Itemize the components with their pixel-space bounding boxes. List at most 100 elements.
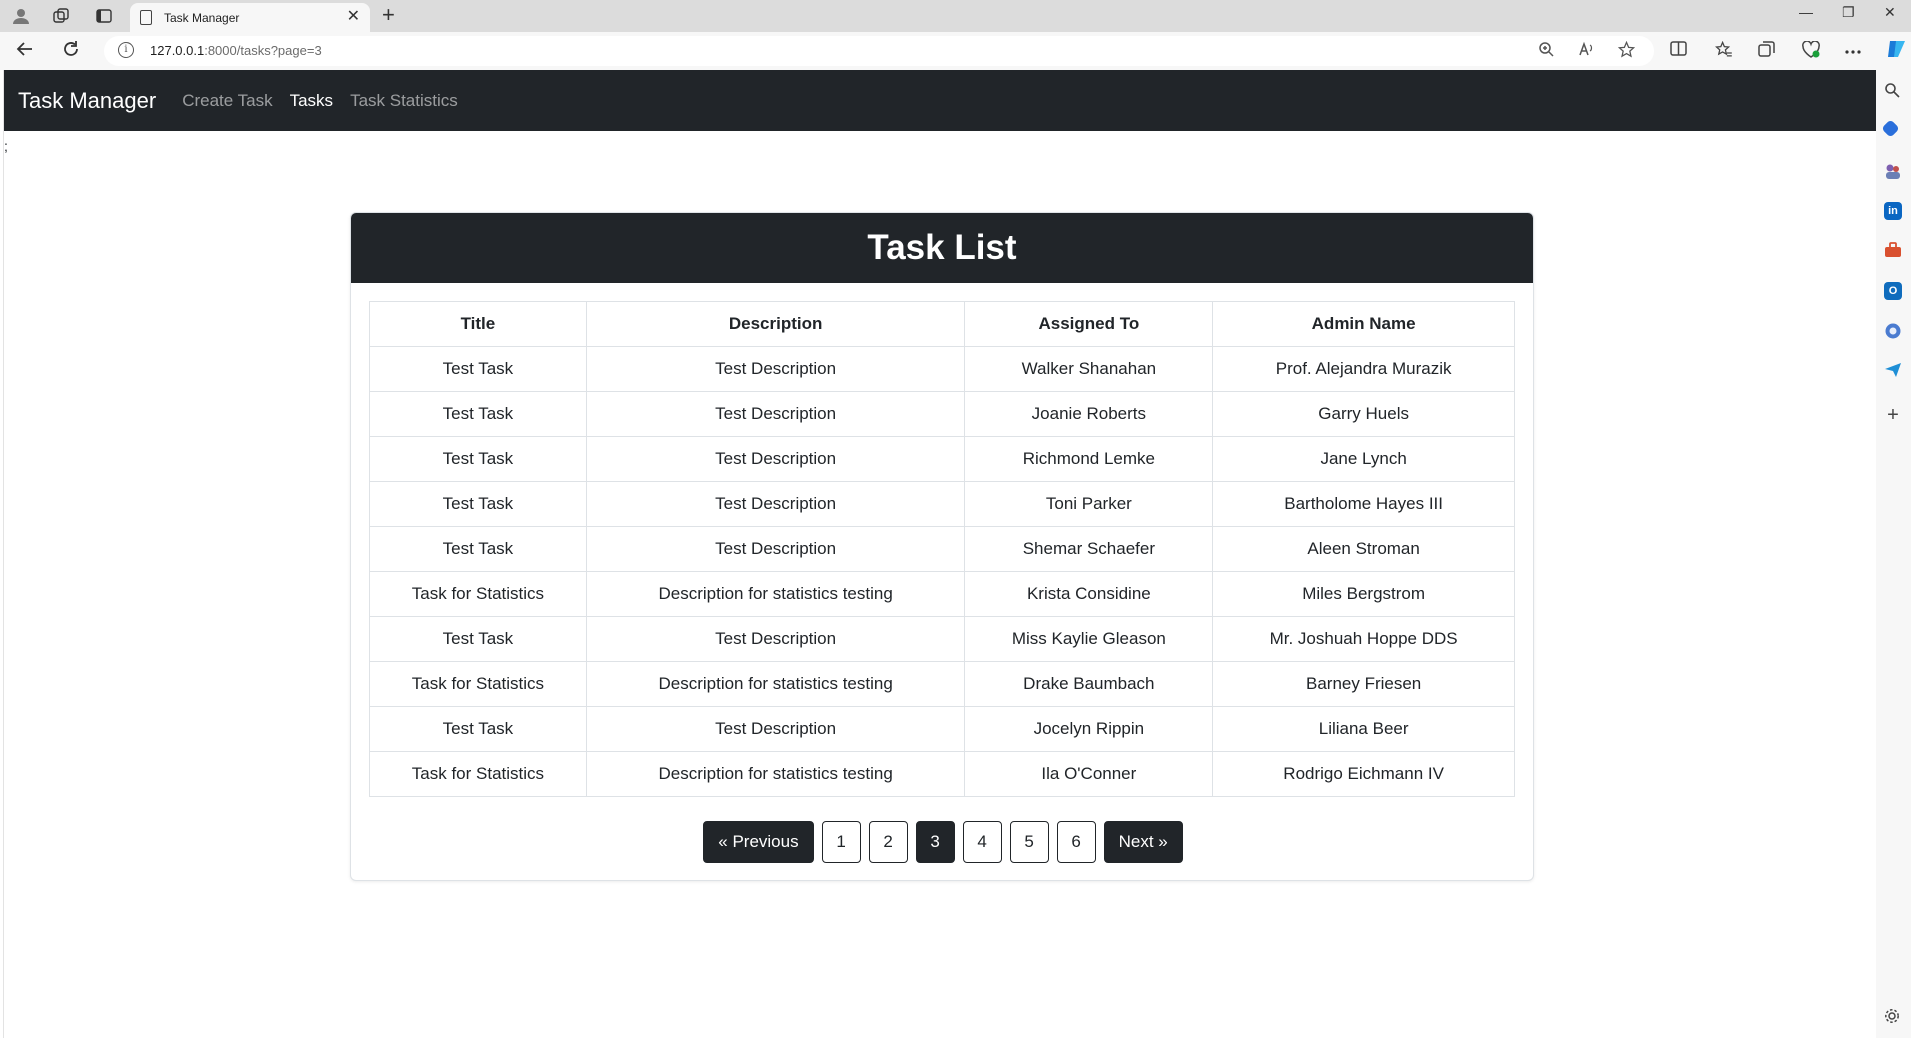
cell-admin-name: Liliana Beer <box>1212 706 1515 752</box>
column-header-admin-name: Admin Name <box>1212 301 1515 347</box>
table-row: Test Task Test Description Joanie Roberts G… <box>369 391 1515 437</box>
settings-more-icon[interactable] <box>1845 41 1861 58</box>
url-field[interactable]: i 127.0.0.1:8000/tasks?page=3 <box>104 36 1654 66</box>
cell-assigned-to: Toni Parker <box>964 481 1214 527</box>
cell-admin-name: Garry Huels <box>1212 391 1515 437</box>
table-row: Task for Statistics Description for stati… <box>369 751 1515 797</box>
browser-sidebar: in O + <box>1876 70 1911 1038</box>
send-icon[interactable] <box>1884 362 1902 380</box>
table-row: Test Task Test Description Shemar Schaefer… <box>369 526 1515 572</box>
nav-link-tasks[interactable]: Tasks <box>290 91 333 111</box>
table-row: Task for Statistics Description for stati… <box>369 571 1515 617</box>
cell-admin-name: Jane Lynch <box>1212 436 1515 482</box>
cell-title: Test Task <box>369 616 587 662</box>
cell-assigned-to: Richmond Lemke <box>964 436 1214 482</box>
tools-icon[interactable] <box>1884 242 1902 260</box>
cell-admin-name: Bartholome Hayes III <box>1212 481 1515 527</box>
browser-essentials-icon[interactable] <box>1802 40 1820 62</box>
cell-assigned-to: Miss Kaylie Gleason <box>964 616 1214 662</box>
table-row: Test Task Test Description Miss Kaylie Gle… <box>369 616 1515 662</box>
cell-description: Test Description <box>585 481 966 527</box>
cell-description: Description for statistics testing <box>585 751 966 797</box>
linkedin-icon[interactable]: in <box>1884 202 1902 220</box>
url-text: 127.0.0.1:8000/tasks?page=3 <box>150 43 322 58</box>
cell-description: Description for statistics testing <box>585 661 966 707</box>
new-tab-icon[interactable]: + <box>382 4 395 26</box>
nav-link-task-statistics[interactable]: Task Statistics <box>350 91 458 111</box>
stray-text: ; <box>4 138 8 154</box>
page-4-button[interactable]: 4 <box>962 821 1002 863</box>
cell-assigned-to: Ila O'Conner <box>964 751 1214 797</box>
cell-description: Test Description <box>585 616 966 662</box>
table-row: Test Task Test Description Walker Shanahan… <box>369 346 1515 392</box>
cell-assigned-to: Shemar Schaefer <box>964 526 1214 572</box>
favorite-star-icon[interactable] <box>1617 40 1636 62</box>
address-toolbar: i 127.0.0.1:8000/tasks?page=3 <box>0 32 1911 70</box>
tab-close-icon[interactable]: ✕ <box>347 8 360 26</box>
people-icon[interactable] <box>1884 162 1902 180</box>
page-3-button-current[interactable]: 3 <box>915 821 955 863</box>
cell-title: Test Task <box>369 391 587 437</box>
cell-title: Test Task <box>369 436 587 482</box>
table-row: Test Task Test Description Toni Parker Bart… <box>369 481 1515 527</box>
window-close-icon[interactable]: ✕ <box>1884 4 1896 21</box>
favorites-icon[interactable] <box>1715 40 1733 62</box>
cell-description: Test Description <box>585 346 966 392</box>
cell-title: Task for Statistics <box>369 571 587 617</box>
refresh-icon[interactable] <box>62 40 80 62</box>
cell-admin-name: Barney Friesen <box>1212 661 1515 707</box>
cell-assigned-to: Jocelyn Rippin <box>964 706 1214 752</box>
cell-assigned-to: Walker Shanahan <box>964 346 1214 392</box>
task-list-card: Task List Title Description Assigned To … <box>350 212 1534 881</box>
cell-description: Test Description <box>585 706 966 752</box>
cell-admin-name: Prof. Alejandra Murazik <box>1212 346 1515 392</box>
restore-icon[interactable]: ❐ <box>1842 4 1855 21</box>
cell-description: Test Description <box>585 526 966 572</box>
cell-description: Description for statistics testing <box>585 571 966 617</box>
table-row: Task for Statistics Description for stati… <box>369 661 1515 707</box>
profile-icon[interactable] <box>10 5 32 27</box>
next-page-button[interactable]: Next » <box>1103 821 1183 863</box>
navbar-brand[interactable]: Task Manager <box>18 88 156 114</box>
column-header-description: Description <box>585 301 966 347</box>
table-header-row: Title Description Assigned To Admin Name <box>369 301 1515 347</box>
tab-actions-icon[interactable] <box>93 5 115 27</box>
tab-title: Task Manager <box>164 10 240 25</box>
workspaces-icon[interactable] <box>50 5 72 27</box>
previous-page-button[interactable]: « Previous <box>703 821 814 863</box>
split-screen-icon[interactable] <box>1670 41 1687 60</box>
add-sidebar-app-icon[interactable]: + <box>1884 405 1902 425</box>
minimize-icon[interactable]: — <box>1799 4 1813 20</box>
column-header-assigned-to: Assigned To <box>964 301 1214 347</box>
read-aloud-icon[interactable] <box>1578 41 1596 61</box>
cell-description: Test Description <box>585 391 966 437</box>
column-header-title: Title <box>369 301 587 347</box>
cell-title: Test Task <box>369 706 587 752</box>
cell-title: Test Task <box>369 481 587 527</box>
cell-assigned-to: Krista Considine <box>964 571 1214 617</box>
search-icon[interactable] <box>1884 82 1902 100</box>
table-row: Test Task Test Description Jocelyn Rippin L… <box>369 706 1515 752</box>
browser-tab-bar: Task Manager ✕ + — ❐ ✕ <box>0 0 1911 32</box>
cell-title: Task for Statistics <box>369 661 587 707</box>
tasks-table: Title Description Assigned To Admin Name… <box>369 301 1515 797</box>
back-icon[interactable] <box>16 40 34 62</box>
page-5-button[interactable]: 5 <box>1009 821 1049 863</box>
sidebar-settings-gear-icon[interactable] <box>1884 1008 1902 1026</box>
page-6-button[interactable]: 6 <box>1056 821 1096 863</box>
outlook-icon[interactable]: O <box>1884 282 1902 300</box>
collections-icon[interactable] <box>1758 41 1775 62</box>
cell-title: Task for Statistics <box>369 751 587 797</box>
browser-tab[interactable]: Task Manager ✕ <box>130 3 370 32</box>
site-info-icon[interactable]: i <box>118 42 134 58</box>
shopping-tag-icon[interactable] <box>1881 119 1900 138</box>
copilot-icon[interactable] <box>1886 38 1908 64</box>
microsoft365-icon[interactable] <box>1884 322 1902 340</box>
page-1-button[interactable]: 1 <box>821 821 861 863</box>
cell-title: Test Task <box>369 526 587 572</box>
zoom-icon[interactable] <box>1538 41 1554 61</box>
nav-link-create-task[interactable]: Create Task <box>182 91 272 111</box>
table-row: Test Task Test Description Richmond Lemke J… <box>369 436 1515 482</box>
page-2-button[interactable]: 2 <box>868 821 908 863</box>
pagination: « Previous 1 2 3 4 5 6 Next » <box>351 821 1533 863</box>
